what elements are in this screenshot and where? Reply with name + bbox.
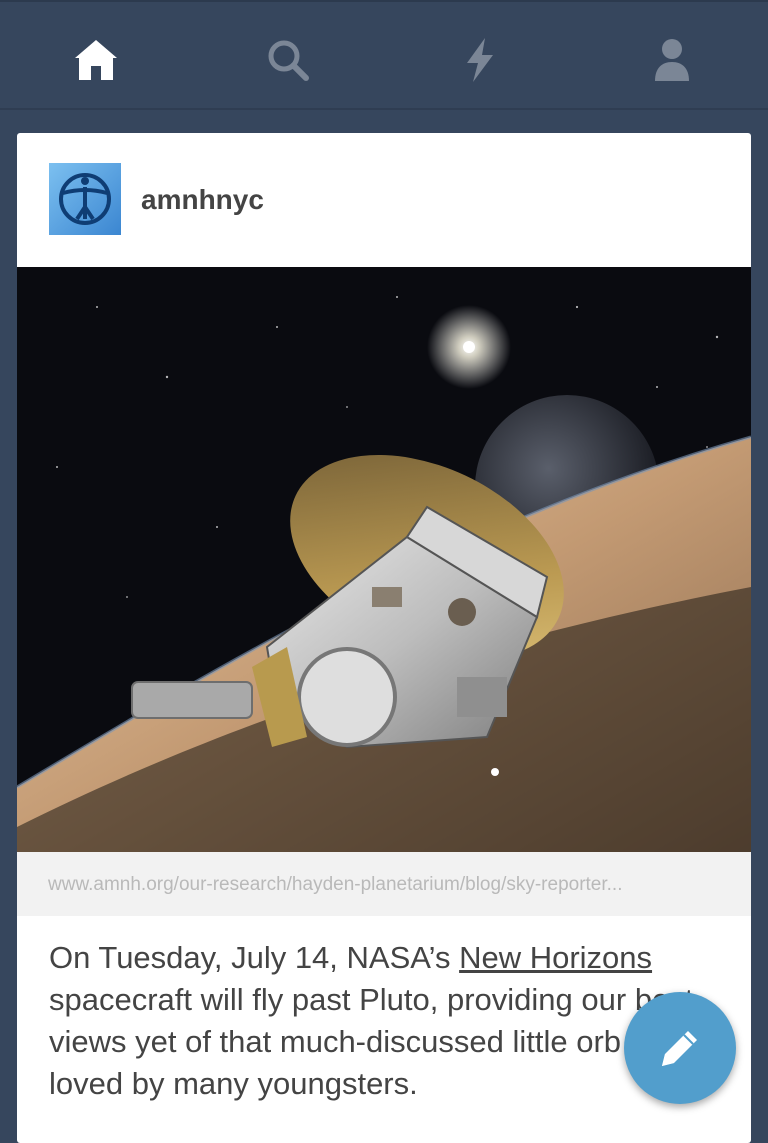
link-bar[interactable]: www.amnh.org/our-research/hayden-planeta… bbox=[17, 852, 751, 916]
post-header: amnhnyc bbox=[17, 133, 751, 267]
nav-activity-button[interactable] bbox=[432, 22, 528, 98]
body-text-start: On Tuesday, July 14, NASA’s bbox=[49, 940, 460, 975]
nav-search-button[interactable] bbox=[240, 22, 336, 98]
top-navigation-bar bbox=[0, 0, 768, 110]
body-text-end: spacecraft will fly past Pluto, providin… bbox=[49, 982, 694, 1101]
post-body: On Tuesday, July 14, NASA’s New Horizons… bbox=[49, 937, 709, 1105]
compose-button[interactable] bbox=[624, 992, 736, 1104]
lightning-icon bbox=[467, 38, 493, 82]
blog-name[interactable]: amnhnyc bbox=[141, 184, 264, 216]
post-photo[interactable] bbox=[17, 267, 751, 852]
nav-home-button[interactable] bbox=[48, 22, 144, 98]
pencil-icon bbox=[662, 1031, 697, 1066]
post-card: amnhnyc www.amnh.org/our-research/hayden… bbox=[17, 133, 751, 1143]
nav-account-button[interactable] bbox=[624, 22, 720, 98]
link-url[interactable]: www.amnh.org/our-research/hayden-planeta… bbox=[48, 874, 728, 896]
person-icon bbox=[655, 39, 689, 81]
amnh-logo bbox=[49, 163, 121, 235]
new-horizons-link[interactable]: New Horizons bbox=[459, 940, 652, 975]
spacecraft-illustration bbox=[17, 267, 751, 852]
blog-avatar[interactable] bbox=[49, 163, 121, 235]
home-icon bbox=[75, 40, 117, 80]
search-icon bbox=[268, 40, 309, 81]
